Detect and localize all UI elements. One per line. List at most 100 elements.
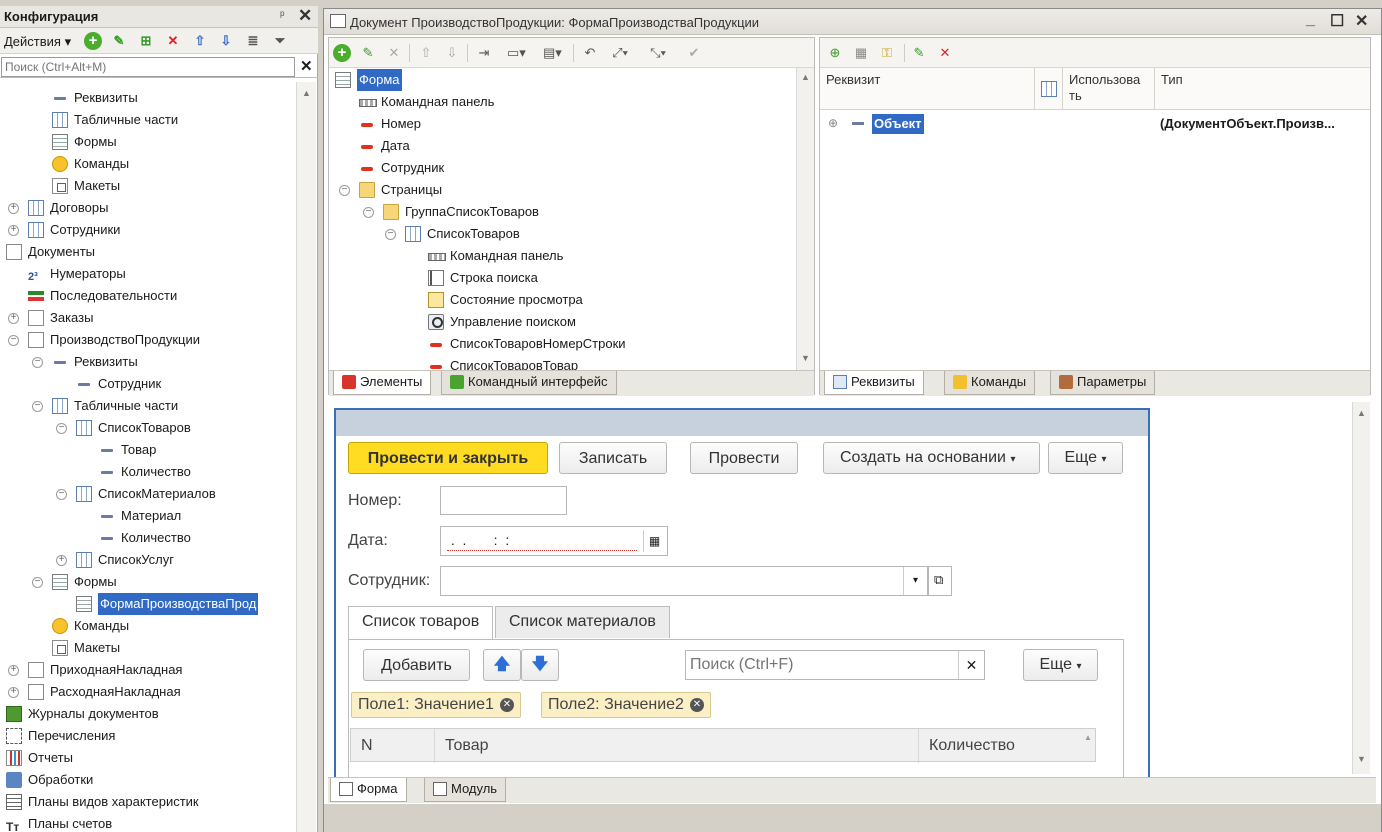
add-button[interactable]: Добавить: [363, 649, 470, 681]
collapse-icon[interactable]: −: [32, 577, 43, 588]
tab-materials[interactable]: Список материалов: [495, 606, 670, 638]
tree-item[interactable]: Макеты: [0, 637, 296, 659]
tree-item[interactable]: Команды: [0, 153, 296, 175]
config-scrollbar[interactable]: ▲: [296, 82, 316, 832]
edit-icon[interactable]: ✎: [110, 32, 128, 50]
element-item[interactable]: Дата: [329, 135, 795, 157]
element-item[interactable]: Состояние просмотра: [329, 289, 795, 311]
tree-item[interactable]: Команды: [0, 615, 296, 637]
group-icon[interactable]: ▤▾: [543, 44, 562, 62]
scroll-up-icon[interactable]: ▲: [1357, 408, 1366, 418]
element-item[interactable]: СписокТоваровТовар: [329, 355, 795, 370]
tree-item[interactable]: 2³ Нумераторы: [0, 263, 296, 285]
scroll-up-icon[interactable]: ▲: [302, 88, 311, 98]
preview-scrollbar[interactable]: ▲ ▼: [1352, 402, 1370, 774]
scroll-down-icon[interactable]: ▼: [801, 353, 810, 363]
tab-commands[interactable]: Команды: [944, 371, 1036, 395]
move-down-icon[interactable]: ⇩: [443, 44, 461, 62]
collapse-icon[interactable]: −: [363, 207, 374, 218]
config-search-input[interactable]: [1, 57, 295, 77]
expand-icon[interactable]: ⊕: [828, 116, 838, 130]
tree-item[interactable]: Количество: [0, 527, 296, 549]
table-search-input[interactable]: [686, 651, 956, 679]
tree-item[interactable]: + СписокУслуг: [0, 549, 296, 571]
collapse-icon[interactable]: −: [56, 423, 67, 434]
scroll-down-icon[interactable]: ▼: [1357, 754, 1366, 764]
edit-icon[interactable]: ✎: [910, 44, 928, 62]
element-item[interactable]: Форма: [329, 69, 795, 91]
tree-item[interactable]: − Табличные части: [0, 395, 296, 417]
delete-icon[interactable]: ✕: [164, 32, 182, 50]
table-more-button[interactable]: Еще ▾: [1023, 649, 1098, 681]
post-button[interactable]: Провести: [690, 442, 798, 474]
employee-input[interactable]: ▾: [440, 566, 928, 596]
tab-goods[interactable]: Список товаров: [348, 606, 494, 639]
minimize-icon[interactable]: _: [1306, 11, 1315, 29]
tree-item[interactable]: Отчеты: [0, 747, 296, 769]
tree-item[interactable]: + РасходнаяНакладная: [0, 681, 296, 703]
delete-icon[interactable]: ✕: [385, 44, 403, 62]
tab-attributes[interactable]: Реквизиты: [824, 371, 924, 395]
tree-item[interactable]: + Заказы: [0, 307, 296, 329]
check-icon[interactable]: ✔: [685, 44, 703, 62]
tree-item[interactable]: + ПриходнаяНакладная: [0, 659, 296, 681]
tree-item[interactable]: − ПроизводствоПродукции: [0, 329, 296, 351]
expand-icon[interactable]: +: [8, 203, 19, 214]
move-up-icon[interactable]: ⇧: [191, 32, 209, 50]
element-item[interactable]: − СписокТоваров: [329, 223, 795, 245]
open-button[interactable]: ⧉: [928, 566, 952, 596]
tree-item[interactable]: Планы видов характеристик: [0, 791, 296, 813]
tree-item[interactable]: − СписокМатериалов: [0, 483, 296, 505]
date-input[interactable]: . . : : ▦: [440, 526, 668, 556]
element-item[interactable]: Командная панель: [329, 91, 795, 113]
list-icon[interactable]: ≣: [244, 32, 262, 50]
tab-module[interactable]: Модуль: [424, 778, 507, 802]
expand-icon[interactable]: +: [56, 555, 67, 566]
element-item[interactable]: − Страницы: [329, 179, 795, 201]
delete-icon[interactable]: ✕: [936, 44, 954, 62]
edit-icon[interactable]: ✎: [359, 44, 377, 62]
calendar-icon[interactable]: ▦: [643, 530, 665, 552]
move-down-button[interactable]: 🡇: [521, 649, 559, 681]
scroll-up-icon[interactable]: ▲: [1084, 733, 1092, 742]
tree-item[interactable]: + Договоры: [0, 197, 296, 219]
element-item[interactable]: Управление поиском: [329, 311, 795, 333]
dropdown-icon[interactable]: ▾: [903, 567, 927, 595]
collapse-icon[interactable]: −: [32, 401, 43, 412]
collapse-icon[interactable]: −: [385, 229, 396, 240]
add-icon[interactable]: +: [333, 44, 351, 62]
expand-icon[interactable]: +: [8, 687, 19, 698]
scroll-up-icon[interactable]: ▲: [801, 72, 810, 82]
elements-scrollbar[interactable]: ▲ ▼: [796, 68, 814, 370]
tree-item[interactable]: ФормаПроизводстваПрод: [0, 593, 296, 615]
move-up-icon[interactable]: ⇧: [417, 44, 435, 62]
element-item[interactable]: СписокТоваровНомерСтроки: [329, 333, 795, 355]
expand-icon[interactable]: +: [8, 313, 19, 324]
add-attribute-icon[interactable]: ⊕: [826, 44, 844, 62]
actions-menu[interactable]: Действия ▾: [4, 34, 71, 50]
tab-form[interactable]: Форма: [330, 778, 407, 802]
view-icon[interactable]: ▭▾: [507, 44, 526, 62]
undo-icon[interactable]: ↶: [581, 44, 599, 62]
add-column-icon[interactable]: ▦: [852, 44, 870, 62]
post-and-close-button[interactable]: Провести и закрыть: [348, 442, 548, 474]
expand-icon[interactable]: +: [8, 225, 19, 236]
element-item[interactable]: Номер: [329, 113, 795, 135]
tree-item[interactable]: Материал: [0, 505, 296, 527]
more-button[interactable]: Еще ▾: [1048, 442, 1123, 474]
element-item[interactable]: Командная панель: [329, 245, 795, 267]
remove-chip-icon[interactable]: ✕: [689, 698, 704, 712]
tree-item[interactable]: Журналы документов: [0, 703, 296, 725]
add-key-icon[interactable]: ⚿: [878, 44, 896, 62]
tree-item[interactable]: +Перечисления: [0, 725, 296, 747]
pin-icon[interactable]: ᵖ: [280, 8, 285, 22]
tree-item[interactable]: − СписокТоваров: [0, 417, 296, 439]
collapse-icon[interactable]: −: [339, 185, 350, 196]
filter-chip-2[interactable]: Поле2: Значение2 ✕: [541, 692, 711, 718]
tree-item[interactable]: −Документы: [0, 241, 296, 263]
attribute-row[interactable]: ⊕ Объект (ДокументОбъект.Произв...: [820, 112, 1370, 134]
tree-item[interactable]: + Сотрудники: [0, 219, 296, 241]
add-icon[interactable]: +: [84, 32, 102, 50]
collapse-icon[interactable]: −: [32, 357, 43, 368]
collapse-icon[interactable]: −: [56, 489, 67, 500]
